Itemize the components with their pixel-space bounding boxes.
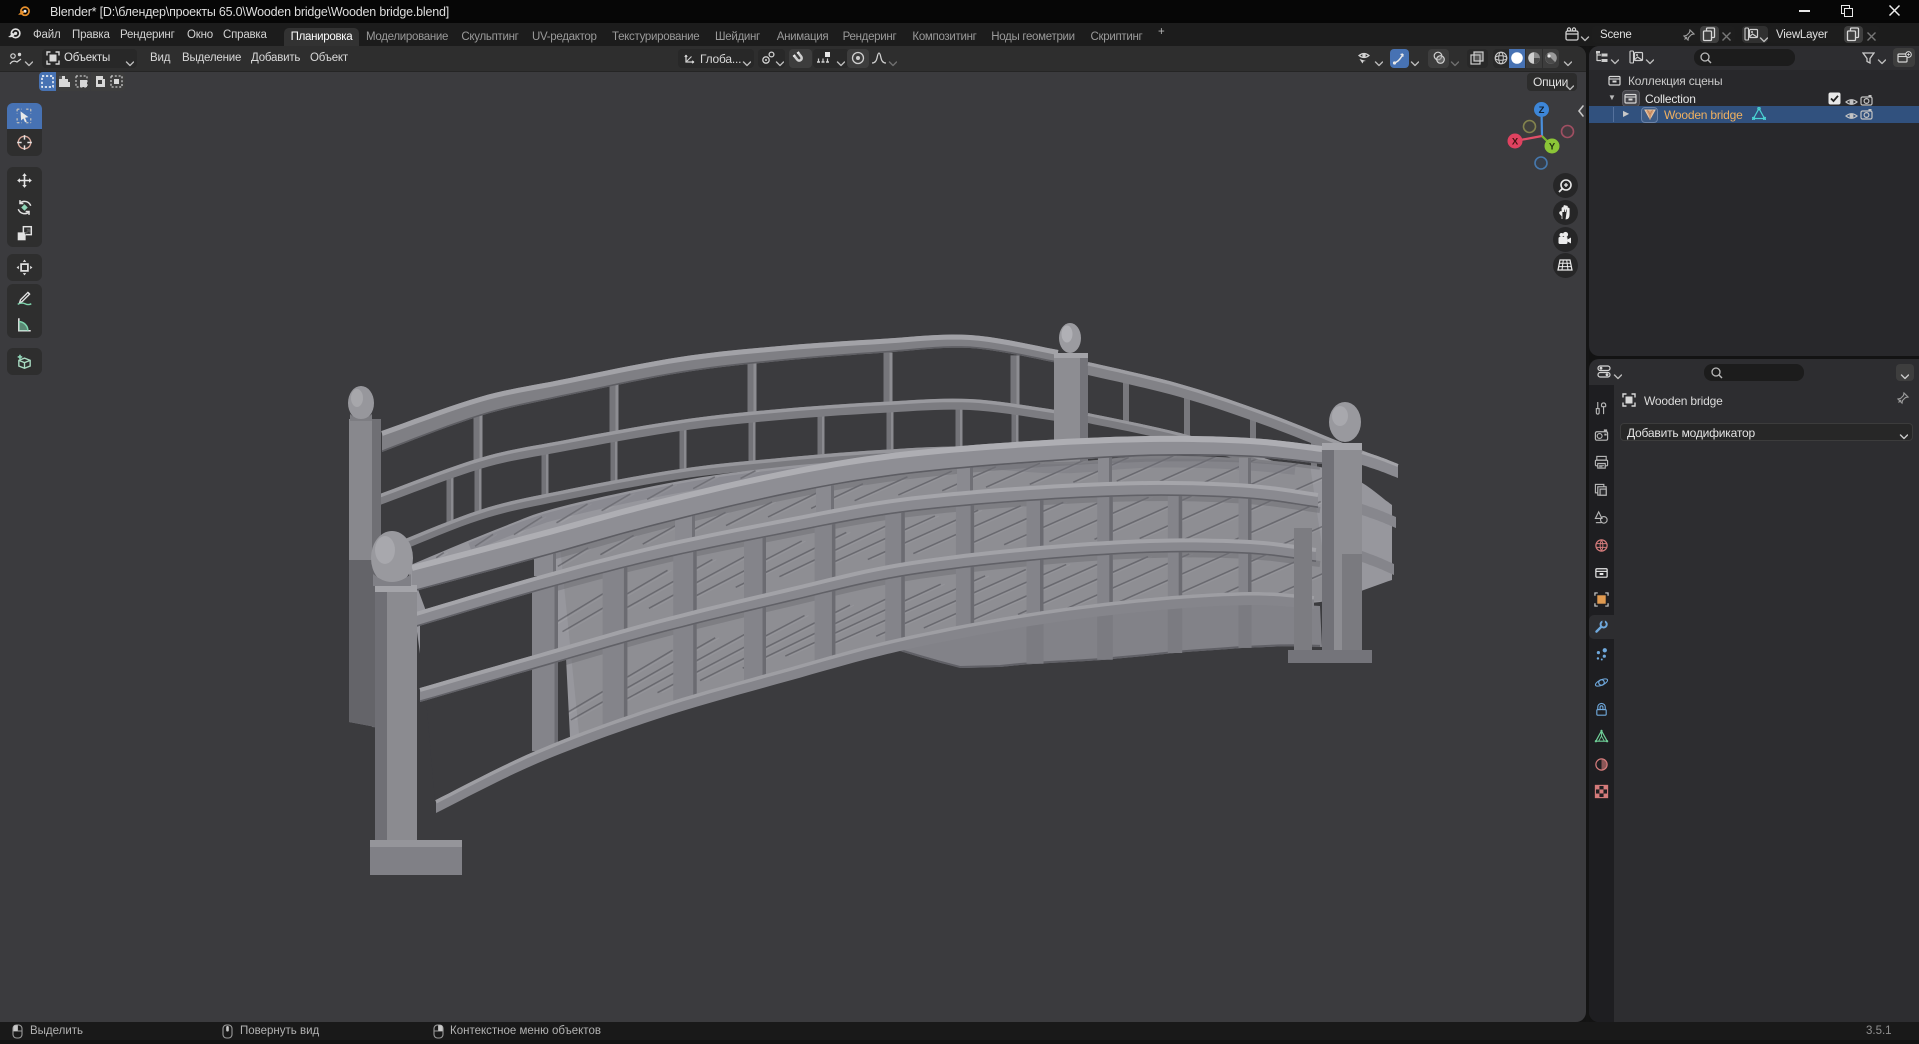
svg-text:Y: Y	[1549, 142, 1556, 153]
svg-text:X: X	[1512, 137, 1519, 148]
svg-text:Z: Z	[1539, 105, 1545, 116]
